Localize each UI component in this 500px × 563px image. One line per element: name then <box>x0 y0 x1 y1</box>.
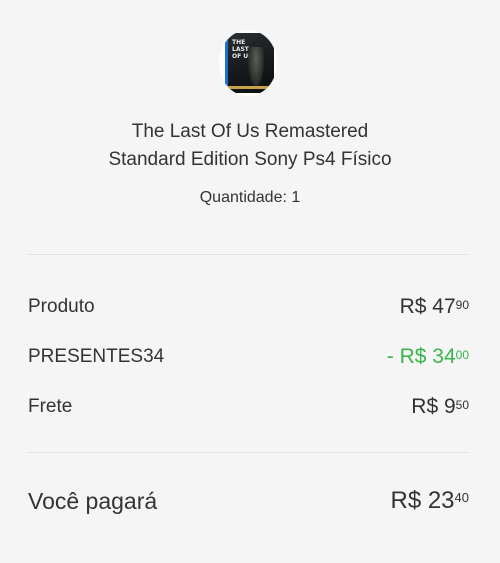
divider <box>28 254 469 255</box>
cover-band <box>228 86 271 89</box>
purchase-summary: THE LAST OF US The Last Of Us Remastered… <box>0 0 500 563</box>
game-cover-icon: THE LAST OF US <box>225 33 274 93</box>
product-title: The Last Of Us Remastered Standard Editi… <box>0 118 500 174</box>
price-cents: 40 <box>454 490 469 505</box>
coupon-code-label: PRESENTES34 <box>28 346 165 367</box>
price-main: R$ 9 <box>411 395 456 418</box>
row-label: Frete <box>28 396 73 417</box>
product-title-line-2: Standard Edition Sony Ps4 Físico <box>108 149 392 170</box>
row-price: R$ 950 <box>411 393 469 421</box>
total-label: Você pagará <box>28 488 158 514</box>
price-main: R$ 47 <box>399 295 456 318</box>
price-cents: 90 <box>455 298 469 312</box>
summary-row-coupon: PRESENTES34 - R$ 3400 <box>28 343 469 371</box>
row-label: Produto <box>28 296 95 317</box>
product-quantity: Quantidade: 1 <box>199 189 301 206</box>
price-main: - R$ 34 <box>386 345 456 368</box>
product-thumbnail: THE LAST OF US <box>219 30 277 96</box>
price-main: R$ 23 <box>390 487 455 514</box>
price-cents: 50 <box>455 398 469 412</box>
row-price: R$ 4790 <box>400 293 469 321</box>
divider <box>28 452 469 453</box>
total-price: R$ 2340 <box>390 485 469 517</box>
summary-row-produto: Produto R$ 4790 <box>28 293 469 321</box>
summary-total: Você pagará R$ 2340 <box>28 485 469 517</box>
summary-row-frete: Frete R$ 950 <box>28 393 469 421</box>
discount-price: - R$ 3400 <box>387 343 469 371</box>
cover-figure <box>248 47 264 87</box>
price-cents: 00 <box>455 348 469 362</box>
product-title-line-1: The Last Of Us Remastered <box>131 121 369 142</box>
